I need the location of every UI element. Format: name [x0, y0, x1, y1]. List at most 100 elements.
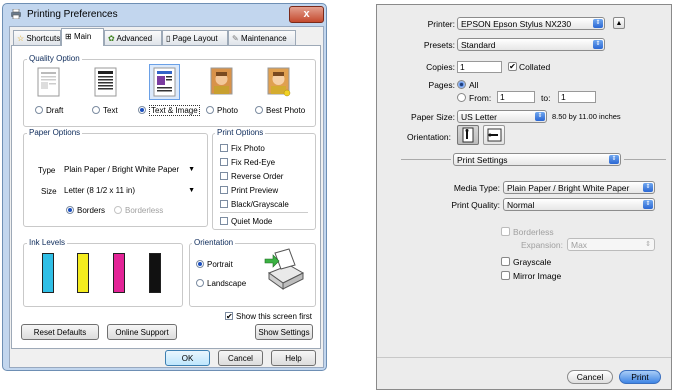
stepper-icon: ⇕ — [643, 200, 653, 209]
page-icon: ▯ — [166, 34, 171, 43]
best-photo-radio[interactable] — [255, 106, 263, 114]
paper-size-select[interactable]: Letter (8 1/2 x 11 in) ▼ — [61, 184, 199, 197]
photo-quality-icon[interactable] — [208, 66, 235, 98]
reverse-order-checkbox[interactable] — [220, 172, 228, 180]
magenta-ink-icon — [113, 253, 125, 293]
online-support-button[interactable]: Online Support — [107, 324, 177, 340]
media-type-value: Plain Paper / Bright White Paper — [507, 183, 630, 193]
print-button[interactable]: Print — [619, 370, 661, 384]
printer-select[interactable]: EPSON Epson Stylus NX230 ⇕ — [457, 17, 605, 30]
grayscale-checkbox[interactable] — [501, 257, 510, 266]
orientation-title: Orientation — [192, 238, 236, 247]
yellow-ink-icon — [77, 253, 89, 293]
text-and-image-label: Text & Image — [149, 105, 200, 116]
stepper-icon: ⇕ — [535, 112, 545, 121]
ok-button[interactable]: OK — [165, 350, 210, 366]
borderless-radio[interactable] — [114, 206, 122, 214]
presets-select[interactable]: Standard ⇕ — [457, 38, 605, 51]
presets-value: Standard — [461, 40, 496, 50]
print-quality-select[interactable]: Normal ⇕ — [503, 198, 655, 211]
printer-value: EPSON Epson Stylus NX230 — [461, 19, 572, 29]
copies-label: Copies: — [426, 62, 455, 72]
paper-type-select[interactable]: Plain Paper / Bright White Paper ▼ — [61, 163, 199, 176]
black-ink-icon — [149, 253, 161, 293]
borders-radio[interactable] — [66, 206, 74, 214]
text-and-image-quality-icon[interactable] — [149, 64, 180, 100]
tab-advanced[interactable]: ✿ Advanced — [104, 30, 162, 45]
tab-page-layout[interactable]: ▯ Page Layout — [162, 30, 228, 45]
black-grayscale-checkbox[interactable] — [220, 200, 228, 208]
footer-divider — [377, 357, 671, 358]
show-settings-button[interactable]: Show Settings — [255, 324, 313, 340]
portrait-label: Portrait — [207, 260, 233, 269]
landscape-radio[interactable] — [196, 279, 204, 287]
pages-from-field[interactable]: 1 — [497, 91, 535, 103]
pages-all-label: All — [469, 80, 479, 90]
expansion-select[interactable]: Max ⇕ — [567, 238, 655, 251]
best-photo-label: Best Photo — [266, 106, 306, 115]
tab-shortcuts[interactable]: ☆ Shortcuts — [13, 30, 61, 45]
portrait-orientation-button[interactable] — [457, 125, 479, 145]
landscape-orientation-button[interactable] — [483, 125, 505, 145]
gear-icon: ✿ — [108, 34, 115, 43]
reset-defaults-button[interactable]: Reset Defaults — [21, 324, 99, 340]
pages-to-field[interactable]: 1 — [558, 91, 596, 103]
wrench-icon: ✎ — [232, 34, 239, 43]
show-screen-first-label: Show this screen first — [236, 312, 313, 321]
pages-to-label: to: — [541, 93, 551, 103]
text-label: Text — [103, 106, 118, 115]
fix-red-eye-checkbox[interactable] — [220, 158, 228, 166]
photo-radio[interactable] — [206, 106, 214, 114]
copies-field[interactable]: 1 — [457, 61, 502, 73]
size-label: Size — [41, 187, 57, 196]
text-radio[interactable] — [92, 106, 100, 114]
draft-quality-icon[interactable] — [35, 66, 62, 98]
portrait-radio[interactable] — [196, 260, 204, 268]
close-button[interactable]: x — [289, 6, 324, 23]
stepper-icon: ⇕ — [643, 183, 653, 192]
stepper-icon: ⇕ — [609, 155, 619, 164]
collated-checkbox[interactable]: ✔ — [508, 62, 517, 71]
print-options-divider — [220, 212, 308, 213]
pages-label: Pages: — [428, 80, 455, 90]
text-and-image-radio[interactable] — [138, 106, 146, 114]
grayscale-label: Grayscale — [513, 257, 552, 267]
mirror-image-checkbox[interactable] — [501, 271, 510, 280]
pages-all-radio[interactable] — [457, 80, 466, 89]
mac-print-dialog: Printer: EPSON Epson Stylus NX230 ⇕ ▲ Pr… — [376, 4, 672, 390]
print-preview-checkbox[interactable] — [220, 186, 228, 194]
printer-portrait-icon — [259, 247, 305, 295]
help-button[interactable]: Help — [271, 350, 316, 366]
media-type-select[interactable]: Plain Paper / Bright White Paper ⇕ — [503, 181, 655, 194]
type-label: Type — [38, 166, 56, 175]
tab-main[interactable]: ⊞ Main — [61, 28, 104, 46]
draft-radio[interactable] — [35, 106, 43, 114]
fix-photo-checkbox[interactable] — [220, 144, 228, 152]
pages-from-radio[interactable] — [457, 93, 466, 102]
mirror-image-label: Mirror Image — [513, 271, 562, 281]
ink-levels-title: Ink Levels — [27, 238, 68, 247]
stepper-icon: ⇕ — [593, 19, 603, 28]
expand-dialog-button[interactable]: ▲ — [613, 17, 625, 29]
media-type-label: Media Type: — [453, 183, 500, 193]
star-icon: ☆ — [17, 34, 25, 43]
best-photo-quality-icon[interactable] — [265, 66, 292, 98]
cancel-button[interactable]: Cancel — [567, 370, 613, 384]
print-preview-label: Print Preview — [231, 186, 279, 195]
window-title: Printing Preferences — [27, 9, 118, 20]
tab-maintenance[interactable]: ✎ Maintenance — [228, 30, 296, 45]
cancel-button[interactable]: Cancel — [218, 350, 263, 366]
paper-size-select[interactable]: US Letter ⇕ — [457, 110, 547, 123]
collated-label: Collated — [519, 62, 551, 72]
chevron-down-icon: ▼ — [188, 166, 195, 173]
text-quality-icon[interactable] — [92, 66, 119, 98]
quiet-mode-checkbox[interactable] — [220, 217, 228, 225]
show-screen-first-checkbox[interactable]: ✔ — [225, 312, 233, 321]
fix-red-eye-label: Fix Red-Eye — [231, 158, 276, 167]
paper-options-title: Paper Options — [27, 128, 83, 137]
section-divider-left — [401, 159, 451, 160]
print-settings-select[interactable]: Print Settings ⇕ — [453, 153, 621, 166]
paper-size-value: Letter (8 1/2 x 11 in) — [64, 186, 135, 195]
tab-label: Maintenance — [240, 34, 287, 43]
borderless-checkbox[interactable] — [501, 227, 510, 236]
